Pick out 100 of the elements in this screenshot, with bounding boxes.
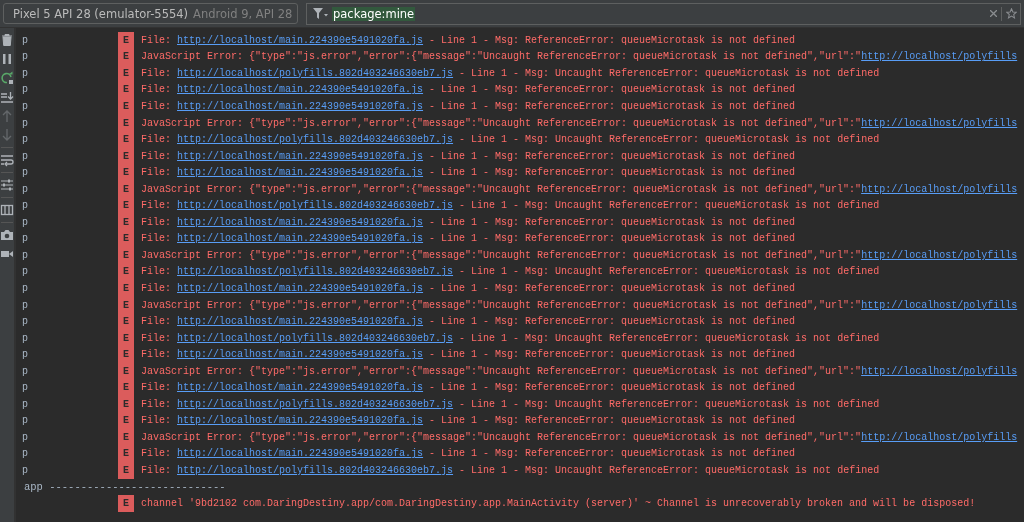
log-link[interactable]: http://localhost/main.224390e5491020fa.js bbox=[177, 316, 424, 328]
log-level-badge: E bbox=[118, 214, 134, 231]
log-level-badge: E bbox=[118, 429, 134, 446]
log-message: File: http://localhost/main.224390e5491020fa.js - Line 1 - Msg: ReferenceError: queueMicrotask is not defined bbox=[141, 282, 796, 294]
log-message: File: http://localhost/main.224390e5491020fa.js - Line 1 - Msg: ReferenceError: queueMicrotask is not defined bbox=[141, 382, 796, 394]
log-message: File: http://localhost/main.224390e5491020fa.js - Line 1 - Msg: ReferenceError: queueMicrotask is not defined bbox=[141, 34, 796, 46]
log-message: File: http://localhost/polyfills.802d403246630eb7.js - Line 1 - Msg: Uncaught ReferenceError: queueMicrotask is not defined bbox=[141, 465, 880, 476]
log-level-badge: E bbox=[118, 379, 134, 397]
pause-icon[interactable] bbox=[0, 52, 14, 66]
log-link[interactable]: http://localhost/main.224390e5491020fa.js bbox=[177, 448, 424, 460]
device-detail: Android 9, API 28 bbox=[193, 6, 293, 21]
star-icon[interactable] bbox=[1006, 8, 1017, 19]
log-level-badge: E bbox=[118, 247, 134, 264]
log-message: File: http://localhost/polyfills.802d403246630eb7.js - Line 1 - Msg: Uncaught ReferenceError: queueMicrotask is not defined bbox=[141, 200, 880, 212]
log-message: File: http://localhost/main.224390e5491020fa.js - Line 1 - Msg: ReferenceError: queueMicrotask is not defined bbox=[141, 216, 796, 228]
log-message: File: http://localhost/main.224390e5491020fa.js - Line 1 - Msg: ReferenceError: queueMicrotask is not defined bbox=[141, 316, 796, 328]
log-link[interactable]: http://localhost/main.224390e5491020fa.js bbox=[177, 282, 424, 294]
scroll-to-end-icon[interactable] bbox=[0, 90, 14, 104]
settings-icon[interactable] bbox=[0, 178, 14, 192]
log-link[interactable]: http://localhost/main.224390e5491020fa.js bbox=[177, 34, 424, 46]
log-link[interactable]: http://localhost/polyfills.802d403246630eb7.js bbox=[177, 266, 454, 278]
log-link[interactable]: http://localhost/main.224390e5491020fa.js bbox=[177, 150, 424, 162]
device-name: Pixel 5 API 28 (emulator-5554) bbox=[13, 6, 189, 21]
log-tag: p bbox=[22, 349, 28, 361]
log-message: File: http://localhost/main.224390e5491020fa.js - Line 1 - Msg: ReferenceError: queueMicrotask is not defined bbox=[141, 167, 796, 179]
log-message: File: http://localhost/main.224390e5491020fa.js - Line 1 - Msg: ReferenceError: queueMicrotask is not defined bbox=[141, 233, 796, 245]
log-message: File: http://localhost/main.224390e5491020fa.js - Line 1 - Msg: ReferenceError: queueMicrotask is not defined bbox=[141, 415, 796, 427]
log-level-badge: E bbox=[118, 346, 134, 363]
log-message: File: http://localhost/polyfills.802d403246630eb7.js - Line 1 - Msg: Uncaught ReferenceError: queueMicrotask is not defined bbox=[141, 134, 880, 146]
process-separator: app ---------------------------- bbox=[23, 481, 226, 494]
log-message: JavaScript Error: {"type":"js.error","error":{"message":"Uncaught ReferenceError: queueMicrotask is not defined","url":"http://localhost/polyfills bbox=[141, 183, 1018, 195]
log-level-badge: E bbox=[118, 98, 134, 115]
log-tag: p bbox=[22, 249, 28, 261]
log-message: File: http://localhost/main.224390e5491020fa.js - Line 1 - Msg: ReferenceError: queueMicrotask is not defined bbox=[141, 150, 796, 162]
log-message: JavaScript Error: {"type":"js.error","error":{"message":"Uncaught ReferenceError: queueMicrotask is not defined","url":"http://localhost/polyfills bbox=[141, 299, 1018, 311]
log-tag: p bbox=[22, 167, 28, 179]
log-link[interactable]: http://localhost/polyfills bbox=[861, 365, 1018, 377]
log-link[interactable]: http://localhost/polyfills.802d403246630eb7.js bbox=[177, 67, 454, 79]
log-link[interactable]: http://localhost/main.224390e5491020fa.js bbox=[177, 167, 424, 179]
clear-icon[interactable] bbox=[990, 10, 997, 17]
log-message: File: http://localhost/polyfills.802d403246630eb7.js - Line 1 - Msg: Uncaught ReferenceError: queueMicrotask is not defined bbox=[141, 398, 880, 410]
log-link[interactable]: http://localhost/main.224390e5491020fa.js bbox=[177, 382, 424, 394]
log-message: JavaScript Error: {"type":"js.error","error":{"message":"Uncaught ReferenceError: queueMicrotask is not defined","url":"http://localhost/polyfills bbox=[141, 51, 1018, 63]
log-tag: p bbox=[22, 365, 28, 377]
log-tag: p bbox=[22, 150, 28, 162]
log-link[interactable]: http://localhost/polyfills.802d403246630eb7.js bbox=[177, 398, 454, 410]
log-level-badge: E bbox=[118, 32, 134, 49]
trash-icon[interactable] bbox=[0, 33, 14, 47]
log-tag: p bbox=[22, 448, 28, 460]
log-link[interactable]: http://localhost/polyfills bbox=[861, 51, 1018, 63]
log-tag: p bbox=[22, 117, 28, 129]
log-link[interactable]: http://localhost/main.224390e5491020fa.js bbox=[177, 233, 424, 245]
log-tag: p bbox=[22, 216, 28, 228]
log-message: File: http://localhost/main.224390e5491020fa.js - Line 1 - Msg: ReferenceError: queueMicrotask is not defined bbox=[141, 448, 796, 460]
log-link[interactable]: http://localhost/main.224390e5491020fa.js bbox=[177, 216, 424, 228]
log-level-badge: E bbox=[118, 131, 134, 148]
log-message: channel '9bd2102 com.DaringDestiny.app/com.DaringDestiny.app.MainActivity (server)' ~ Channel is unrecoverably broken and will be disposed! bbox=[141, 498, 976, 510]
log-tag: p bbox=[22, 67, 28, 79]
log-tag: p bbox=[22, 84, 28, 96]
log-level-badge: E bbox=[118, 65, 134, 82]
log-tag: p bbox=[22, 134, 28, 146]
log-message: File: http://localhost/polyfills.802d403246630eb7.js - Line 1 - Msg: Uncaught ReferenceError: queueMicrotask is not defined bbox=[141, 67, 880, 79]
log-message: File: http://localhost/polyfills.802d403246630eb7.js - Line 1 - Msg: Uncaught ReferenceError: queueMicrotask is not defined bbox=[141, 266, 880, 278]
log-link[interactable]: http://localhost/polyfills.802d403246630eb7.js bbox=[177, 200, 454, 212]
log-tag: p bbox=[22, 100, 28, 112]
log-message: JavaScript Error: {"type":"js.error","error":{"message":"Uncaught ReferenceError: queueMicrotask is not defined","url":"http://localhost/polyfills bbox=[141, 117, 1018, 129]
log-tag: p bbox=[22, 183, 28, 195]
filter-query: package:mine bbox=[332, 6, 416, 21]
log-level-badge: E bbox=[118, 280, 134, 297]
filter-field[interactable]: package:mine bbox=[306, 2, 1021, 25]
log-link[interactable]: http://localhost/main.224390e5491020fa.js bbox=[177, 100, 424, 112]
log-link[interactable]: http://localhost/polyfills.802d403246630eb7.js bbox=[177, 332, 454, 344]
restart-icon[interactable] bbox=[0, 71, 14, 85]
log-level-badge: E bbox=[118, 197, 134, 214]
log-link[interactable]: http://localhost/polyfills bbox=[861, 431, 1018, 443]
log-message: File: http://localhost/main.224390e5491020fa.js - Line 1 - Msg: ReferenceError: queueMicrotask is not defined bbox=[141, 100, 796, 112]
log-message: JavaScript Error: {"type":"js.error","error":{"message":"Uncaught ReferenceError: queueMicrotask is not defined","url":"http://localhost/polyfills bbox=[141, 249, 1018, 261]
log-link[interactable]: http://localhost/main.224390e5491020fa.js bbox=[177, 84, 424, 96]
soft-wrap-icon[interactable] bbox=[0, 153, 14, 167]
camera-icon[interactable] bbox=[0, 228, 14, 242]
log-tag: p bbox=[22, 415, 28, 427]
log-tag: p bbox=[22, 431, 28, 443]
log-link[interactable]: http://localhost/main.224390e5491020fa.js bbox=[177, 349, 424, 361]
log-link[interactable]: http://localhost/polyfills bbox=[861, 117, 1018, 129]
device-dropdown[interactable]: Pixel 5 API 28 (emulator-5554) Android 9, API 28 bbox=[3, 3, 298, 24]
log-message: JavaScript Error: {"type":"js.error","error":{"message":"Uncaught ReferenceError: queueMicrotask is not defined","url":"http://localhost/polyfills bbox=[141, 365, 1018, 377]
log-tag: p bbox=[22, 332, 28, 344]
log-link[interactable]: http://localhost/polyfills.802d403246630eb7.js bbox=[177, 134, 454, 146]
log-tag: p bbox=[22, 465, 28, 476]
columns-icon[interactable] bbox=[0, 203, 14, 217]
log-tag: p bbox=[22, 398, 28, 410]
log-level-badge: E bbox=[118, 495, 134, 512]
log-link[interactable]: http://localhost/polyfills bbox=[861, 183, 1018, 195]
log-link[interactable]: http://localhost/polyfills.802d403246630eb7.js bbox=[177, 465, 454, 476]
log-tag: p bbox=[22, 51, 28, 63]
log-link[interactable]: http://localhost/polyfills bbox=[861, 299, 1018, 311]
log-tag: p bbox=[22, 282, 28, 294]
log-tag: p bbox=[22, 34, 28, 46]
log-link[interactable]: http://localhost/main.224390e5491020fa.js bbox=[177, 415, 424, 427]
log-link[interactable]: http://localhost/polyfills bbox=[861, 249, 1018, 261]
